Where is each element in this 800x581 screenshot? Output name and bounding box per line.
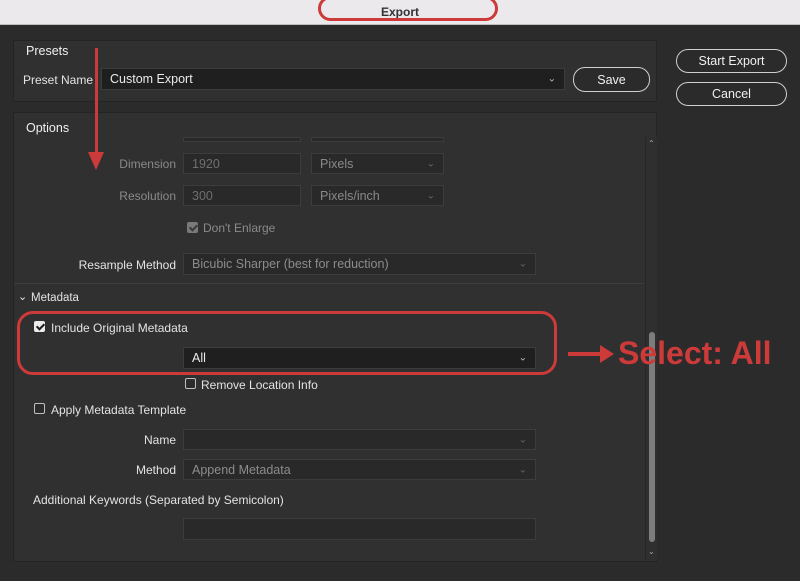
apply-metadata-template-checkbox[interactable]: [34, 403, 45, 414]
preset-name-label: Preset Name: [23, 73, 94, 87]
scroll-up-icon[interactable]: ⌃: [648, 139, 655, 148]
additional-keywords-input[interactable]: [183, 518, 536, 540]
name-label: Name: [143, 433, 176, 447]
dimension-value: 1920: [192, 156, 220, 171]
title-bar: Export: [0, 0, 800, 25]
apply-metadata-template-label: Apply Metadata Template: [51, 403, 187, 417]
additional-keywords-label: Additional Keywords (Separated by Semico…: [33, 493, 284, 507]
partial-field-2: [311, 137, 444, 142]
metadata-section-label[interactable]: Metadata: [31, 292, 79, 304]
resolution-unit-value: Pixels/inch: [320, 188, 380, 203]
annotation-arrow-right-head: [600, 345, 614, 363]
dont-enlarge-checkbox[interactable]: [187, 222, 198, 233]
start-export-button[interactable]: Start Export: [676, 49, 787, 73]
annotation-arrow-down-head: [88, 152, 104, 170]
resample-method-value: Bicubic Sharper (best for reduction): [192, 257, 389, 271]
options-section-label: Options: [26, 121, 70, 135]
preset-name-select[interactable]: Custom Export ⌄: [101, 68, 565, 90]
annotation-metadata-highlight: [17, 311, 557, 375]
resample-method-select[interactable]: Bicubic Sharper (best for reduction) ⌄: [183, 253, 536, 275]
chevron-down-icon: ⌄: [518, 258, 527, 270]
remove-location-checkbox[interactable]: [185, 378, 196, 389]
chevron-down-icon: ⌄: [518, 464, 527, 475]
chevron-down-icon: ⌄: [547, 73, 556, 85]
dimension-unit-value: Pixels: [320, 156, 354, 171]
annotation-title-highlight: [318, 0, 498, 21]
template-method-value: Append Metadata: [192, 462, 291, 477]
template-name-select[interactable]: ⌄: [183, 429, 536, 450]
dont-enlarge-label: Don't Enlarge: [203, 221, 276, 235]
resolution-value: 300: [192, 188, 213, 203]
annotation-arrow-down: [95, 48, 98, 158]
dimension-input[interactable]: 1920: [183, 153, 301, 174]
save-button[interactable]: Save: [573, 67, 650, 92]
chevron-down-icon[interactable]: ⌄: [18, 290, 27, 303]
chevron-down-icon: ⌄: [426, 190, 435, 201]
template-method-select[interactable]: Append Metadata ⌄: [183, 459, 536, 480]
resolution-input[interactable]: 300: [183, 185, 301, 206]
section-divider: [14, 283, 644, 284]
annotation-text: Select: All: [618, 335, 772, 371]
presets-section-label: Presets: [26, 44, 69, 58]
dimension-unit-select[interactable]: Pixels ⌄: [311, 153, 444, 174]
annotation-arrow-right: [568, 352, 604, 356]
method-label: Method: [135, 463, 176, 477]
resample-method-label: Resample Method: [78, 258, 176, 272]
remove-location-label: Remove Location Info: [201, 378, 318, 392]
partial-field-1: [183, 137, 301, 142]
dimension-label: Dimension: [119, 157, 176, 171]
resolution-unit-select[interactable]: Pixels/inch ⌄: [311, 185, 444, 206]
preset-name-value: Custom Export: [110, 72, 193, 86]
cancel-button[interactable]: Cancel: [676, 82, 787, 106]
chevron-down-icon: ⌄: [426, 158, 435, 169]
chevron-down-icon: ⌄: [518, 434, 527, 445]
resolution-label: Resolution: [119, 189, 176, 203]
scroll-down-icon[interactable]: ⌄: [648, 547, 655, 556]
